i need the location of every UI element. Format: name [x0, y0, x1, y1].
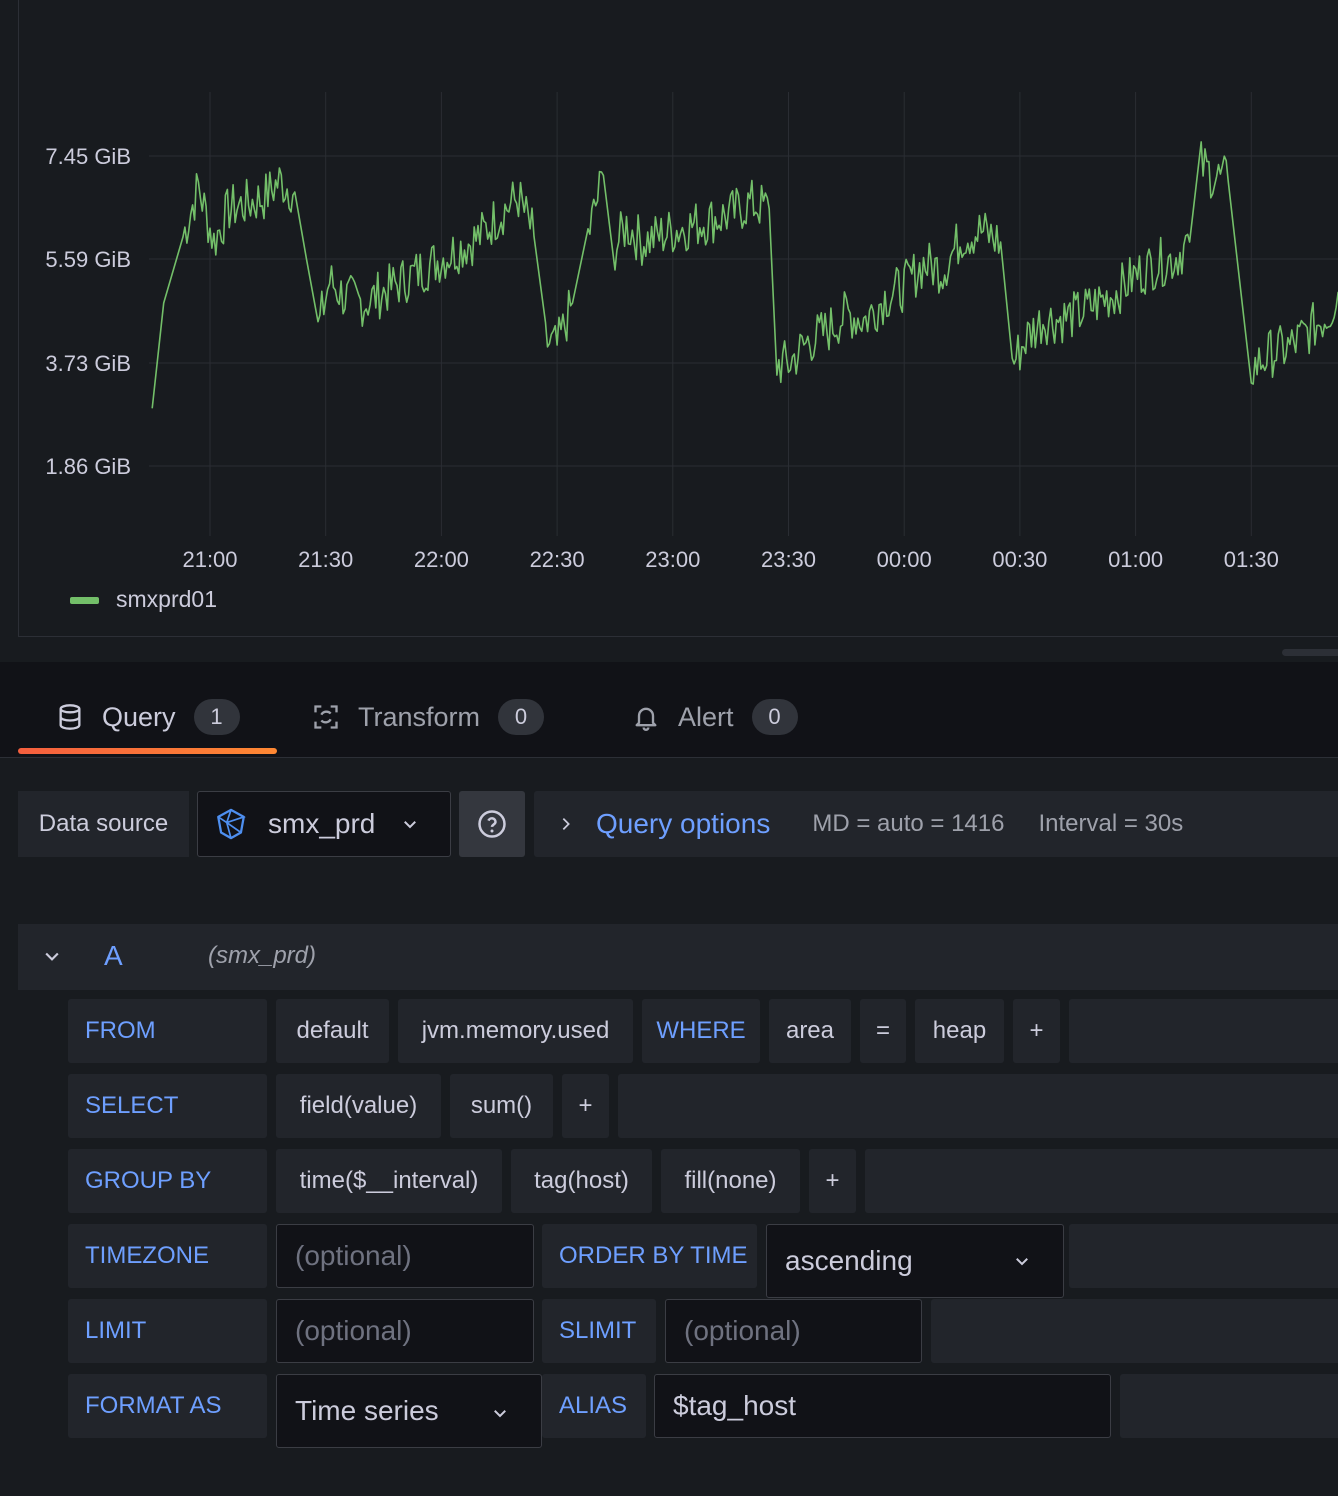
transform-icon — [314, 705, 338, 729]
row-filler — [931, 1299, 1338, 1363]
tab-alert-count: 0 — [751, 699, 798, 735]
order-by-time-value: ascending — [785, 1245, 913, 1276]
chevron-down-icon — [494, 1410, 506, 1418]
row-filler — [865, 1149, 1338, 1213]
tab-query-count: 1 — [193, 699, 240, 735]
where-tag-key[interactable]: area — [769, 999, 851, 1063]
format-as-keyword: FORMAT AS — [68, 1374, 267, 1438]
x-tick-label: 23:30 — [761, 547, 816, 572]
x-tick-label: 00:00 — [877, 547, 932, 572]
order-by-time-keyword: ORDER BY TIME — [542, 1224, 757, 1288]
legend-series-label[interactable]: smxprd01 — [116, 586, 217, 613]
select-keyword: SELECT — [68, 1074, 267, 1138]
tab-transform-label: Transform — [358, 701, 481, 732]
group-by-tag-segment[interactable]: tag(host) — [511, 1149, 652, 1213]
add-where-button[interactable]: + — [1013, 999, 1060, 1063]
active-tab-indicator — [18, 748, 277, 754]
question-circle-icon — [478, 810, 506, 838]
bell-icon — [635, 707, 657, 731]
limit-input[interactable]: (optional) — [276, 1299, 534, 1363]
row-filler — [1069, 999, 1338, 1063]
alias-input[interactable]: $tag_host — [654, 1374, 1111, 1438]
limit-keyword: LIMIT — [68, 1299, 267, 1363]
time-series-chart: 7.45 GiB 5.59 GiB 3.73 GiB 1.86 GiB 21:00 21:… — [45, 92, 1338, 572]
legend-swatch[interactable] — [70, 597, 99, 604]
panel-resize-handle[interactable] — [1282, 649, 1338, 656]
timezone-keyword: TIMEZONE — [68, 1224, 267, 1288]
collapse-chevron-icon[interactable] — [42, 946, 62, 966]
where-keyword: WHERE — [642, 999, 760, 1063]
add-group-by-button[interactable]: + — [809, 1149, 856, 1213]
x-tick-label: 23:00 — [645, 547, 700, 572]
series-line-smxprd01[interactable] — [151, 141, 1338, 409]
where-operator[interactable]: = — [860, 999, 906, 1063]
from-keyword: FROM — [68, 999, 267, 1063]
query-options-bar[interactable]: Query options MD = auto = 1416 Interval … — [534, 791, 1338, 857]
database-icon — [59, 704, 81, 730]
tab-alert-label: Alert — [678, 701, 734, 732]
x-tick-label: 22:30 — [530, 547, 585, 572]
row-filler — [1069, 1224, 1338, 1288]
query-ref-id[interactable]: A — [104, 940, 123, 972]
add-select-button[interactable]: + — [562, 1074, 609, 1138]
group-by-keyword: GROUP BY — [68, 1149, 267, 1213]
measurement-segment[interactable]: jvm.memory.used — [398, 999, 633, 1063]
x-tick-label: 21:30 — [298, 547, 353, 572]
data-source-label: Data source — [18, 791, 189, 857]
order-by-time-select[interactable]: ascending — [766, 1224, 1064, 1298]
slimit-input[interactable]: (optional) — [665, 1299, 922, 1363]
data-source-name: smx_prd — [268, 808, 376, 839]
query-options-title: Query options — [596, 808, 771, 839]
x-tick-label: 22:00 — [414, 547, 469, 572]
data-source-help-button[interactable] — [459, 791, 525, 857]
query-datasource-hint: (smx_prd) — [208, 942, 317, 969]
slimit-keyword: SLIMIT — [542, 1299, 656, 1363]
retention-policy-segment[interactable]: default — [276, 999, 389, 1063]
select-aggregation-segment[interactable]: sum() — [450, 1074, 553, 1138]
group-by-fill-segment[interactable]: fill(none) — [661, 1149, 800, 1213]
y-tick-label: 1.86 GiB — [45, 454, 131, 479]
row-filler — [618, 1074, 1338, 1138]
interval-info: Interval = 30s — [1038, 810, 1184, 837]
tab-transform[interactable]: Transform 0 — [312, 696, 545, 738]
max-data-points-info: MD = auto = 1416 — [812, 810, 1005, 837]
format-as-select[interactable]: Time series — [276, 1374, 542, 1448]
x-tick-label: 00:30 — [992, 547, 1047, 572]
row-filler — [1120, 1374, 1338, 1438]
x-tick-label: 21:00 — [182, 547, 237, 572]
chevron-down-icon — [404, 821, 417, 829]
y-tick-label: 5.59 GiB — [45, 247, 131, 272]
graph-panel: 7.45 GiB 5.59 GiB 3.73 GiB 1.86 GiB 21:00 21:… — [18, 0, 1338, 637]
select-field-segment[interactable]: field(value) — [276, 1074, 441, 1138]
format-as-value: Time series — [295, 1395, 439, 1426]
tab-transform-count: 0 — [498, 699, 545, 735]
chevron-down-icon — [1016, 1258, 1028, 1266]
x-tick-label: 01:30 — [1224, 547, 1279, 572]
y-tick-label: 7.45 GiB — [45, 144, 131, 169]
chevron-right-icon — [562, 818, 570, 830]
data-source-picker[interactable]: smx_prd — [197, 791, 451, 857]
alias-keyword: ALIAS — [542, 1374, 646, 1438]
tab-alert[interactable]: Alert 0 — [632, 696, 798, 738]
tab-query[interactable]: Query 1 — [56, 696, 240, 738]
where-tag-value[interactable]: heap — [915, 999, 1004, 1063]
x-tick-label: 01:00 — [1108, 547, 1163, 572]
y-tick-label: 3.73 GiB — [45, 351, 131, 376]
influxdb-icon — [217, 808, 246, 840]
timezone-input[interactable]: (optional) — [276, 1224, 534, 1288]
group-by-time-segment[interactable]: time($__interval) — [276, 1149, 502, 1213]
tab-query-label: Query — [102, 701, 176, 732]
